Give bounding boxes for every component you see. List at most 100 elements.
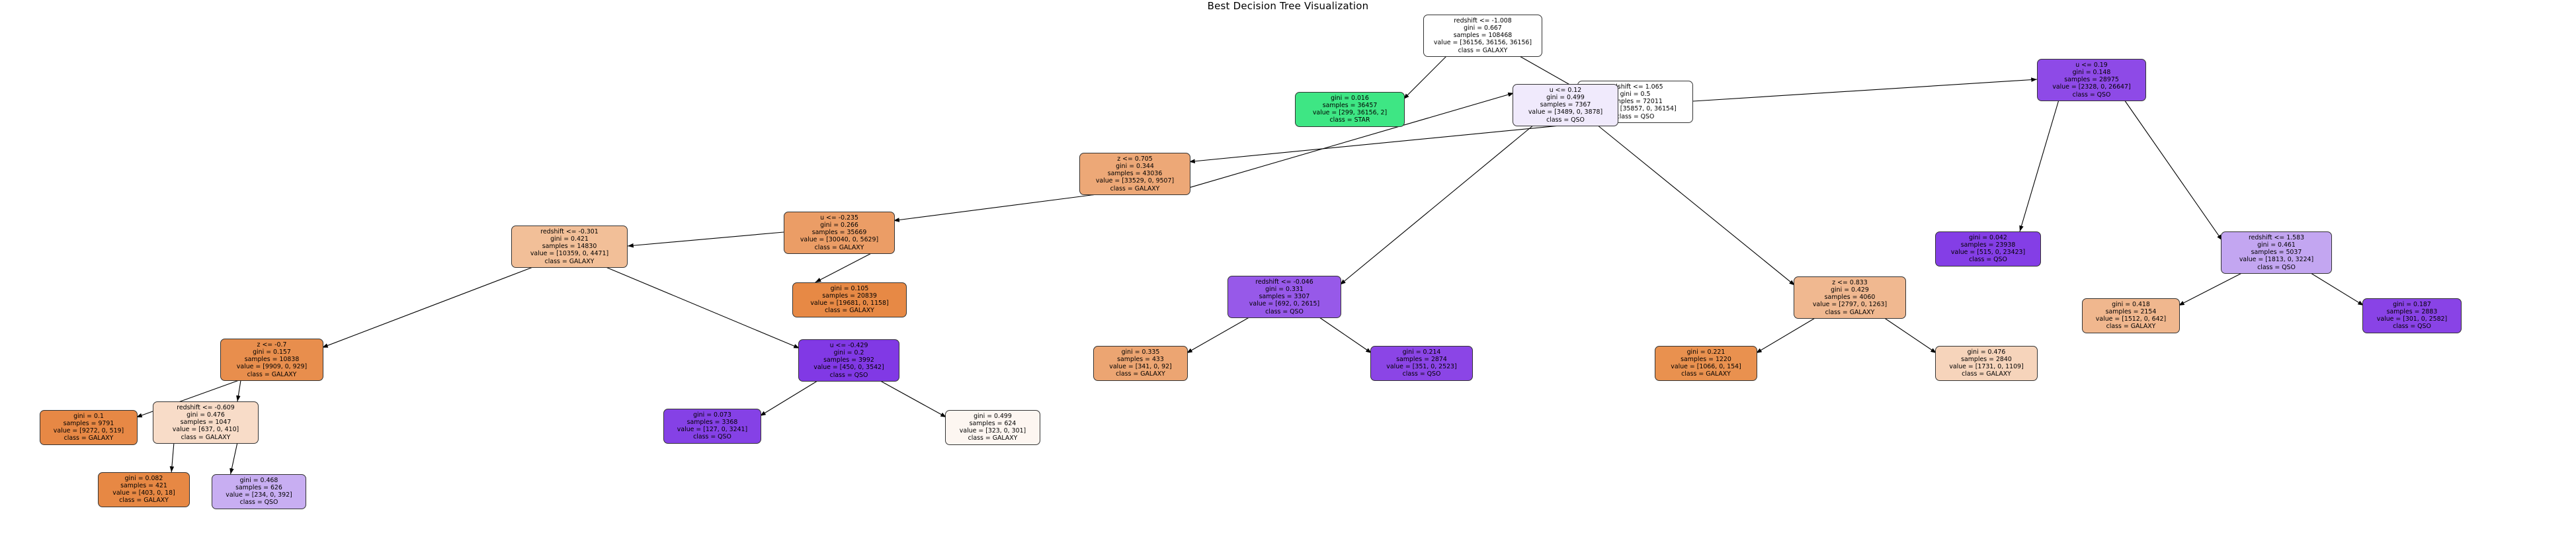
- node-samples: samples = 2874: [1396, 355, 1447, 363]
- node-condition: redshift <= -0.046: [1255, 278, 1313, 286]
- node-samples: samples = 36457: [1322, 101, 1378, 109]
- node-value: value = [10359, 0, 4471]: [530, 250, 609, 258]
- node-samples: samples = 10838: [244, 356, 300, 364]
- tree-node: redshift <= -0.609 gini = 0.476 samples = …: [153, 401, 259, 444]
- tree-node: gini = 0.221 samples = 1220 value = [1066,…: [1655, 346, 1757, 381]
- node-value: value = [1066, 0, 154]: [1671, 363, 1741, 371]
- node-class: class = QSO: [1546, 116, 1585, 124]
- node-value: value = [19681, 0, 1158]: [810, 300, 889, 308]
- node-class: class = GALAXY: [119, 497, 169, 505]
- tree-node: z <= 0.833 gini = 0.429 samples = 4060 valu…: [1794, 276, 1906, 319]
- node-samples: samples = 2840: [1961, 355, 2012, 363]
- node-gini: gini = 0.187: [2393, 300, 2431, 308]
- tree-edge: [604, 266, 800, 349]
- node-class: class = GALAXY: [181, 433, 231, 441]
- node-value: value = [2328, 0, 26647]: [2052, 83, 2131, 91]
- tree-edge: [1318, 316, 1372, 354]
- node-samples: samples = 23938: [1960, 241, 2016, 249]
- node-class: class = GALAXY: [1458, 46, 1508, 54]
- node-value: value = [234, 0, 392]: [226, 491, 292, 499]
- node-condition: z <= 0.705: [1117, 155, 1153, 163]
- tree-edge-layer: [136, 55, 2364, 475]
- node-gini: gini = 0.468: [239, 476, 278, 484]
- tree-node: z <= 0.705 gini = 0.344 samples = 43036 val…: [1079, 153, 1190, 195]
- node-class: class = GALAXY: [968, 434, 1018, 442]
- node-class: class = GALAXY: [814, 243, 864, 251]
- node-class: class = GALAXY: [1962, 370, 2011, 378]
- node-gini: gini = 0.461: [2257, 241, 2296, 249]
- tree-node: gini = 0.418 samples = 2154 value = [1512,…: [2082, 298, 2180, 333]
- tree-node: z <= -0.7 gini = 0.157 samples = 10838 valu…: [220, 339, 323, 381]
- node-value: value = [299, 36156, 2]: [1312, 109, 1388, 117]
- node-class: class = QSO: [1265, 308, 1304, 315]
- tree-edge: [759, 380, 819, 417]
- node-class: class = QSO: [829, 371, 868, 379]
- tree-edge: [2124, 99, 2223, 241]
- node-samples: samples = 626: [235, 483, 282, 491]
- node-samples: samples = 3307: [1259, 293, 1310, 301]
- tree-edge: [2178, 272, 2243, 306]
- node-gini: gini = 0.418: [2112, 300, 2150, 308]
- tree-edge: [236, 379, 241, 402]
- node-value: value = [637, 0, 410]: [172, 426, 239, 434]
- node-class: class = GALAXY: [544, 257, 595, 265]
- tree-edge: [1883, 317, 1937, 354]
- decision-tree-canvas: Best Decision Tree Visualization redshif…: [0, 0, 2576, 537]
- tree-node: u <= 0.19 gini = 0.148 samples = 28975 valu…: [2037, 59, 2146, 101]
- node-value: value = [403, 0, 18]: [112, 489, 175, 497]
- node-value: value = [30040, 0, 5629]: [800, 236, 879, 244]
- node-value: value = [692, 0, 2615]: [1249, 300, 1320, 308]
- tree-edge: [1755, 317, 1817, 354]
- tree-node: gini = 0.187 samples = 2883 value = [301, …: [2362, 298, 2462, 333]
- tree-node: redshift <= -0.301 gini = 0.421 samples = …: [511, 226, 628, 268]
- tree-node: redshift <= -0.046 gini = 0.331 samples = …: [1227, 276, 1341, 318]
- node-gini: gini = 0.499: [1546, 93, 1585, 101]
- node-class: class = GALAXY: [2106, 323, 2156, 331]
- node-value: value = [3489, 0, 3878]: [1528, 108, 1603, 116]
- node-gini: gini = 0.331: [1265, 285, 1304, 293]
- tree-edge: [2309, 272, 2364, 306]
- node-gini: gini = 0.042: [1969, 233, 2007, 241]
- node-class: class = GALAXY: [63, 434, 114, 442]
- node-condition: u <= -0.235: [820, 214, 858, 222]
- node-class: class = GALAXY: [1681, 370, 1731, 378]
- node-samples: samples = 433: [1117, 355, 1164, 363]
- tree-node: u <= 0.12 gini = 0.499 samples = 7367 value…: [1513, 84, 1618, 126]
- node-class: class = GALAXY: [1110, 185, 1160, 192]
- tree-edge: [1186, 316, 1251, 354]
- node-gini: gini = 0.421: [550, 235, 589, 243]
- node-value: value = [9909, 0, 929]: [236, 363, 308, 371]
- tree-node: gini = 0.105 samples = 20839 value = [1968…: [792, 282, 907, 317]
- node-class: class = GALAXY: [1825, 308, 1875, 316]
- node-class: class = QSO: [2072, 91, 2111, 99]
- node-samples: samples = 3368: [686, 418, 738, 426]
- node-gini: gini = 0.105: [830, 284, 869, 292]
- node-class: class = GALAXY: [247, 370, 297, 378]
- tree-edge: [1692, 77, 2038, 102]
- node-gini: gini = 0.499: [974, 412, 1012, 420]
- node-gini: gini = 0.073: [693, 411, 731, 419]
- node-value: value = [2797, 0, 1263]: [1812, 301, 1888, 309]
- node-condition: redshift <= -1.008: [1454, 17, 1512, 24]
- node-class: class = QSO: [693, 433, 731, 441]
- tree-edge: [1339, 124, 1534, 286]
- node-gini: gini = 0.344: [1116, 162, 1154, 170]
- node-class: class = QSO: [1969, 256, 2007, 264]
- node-value: value = [1731, 0, 1109]: [1949, 363, 2024, 371]
- tree-node: gini = 0.016 samples = 36457 value = [299,…: [1295, 92, 1405, 127]
- node-value: value = [301, 0, 2582]: [2376, 315, 2448, 323]
- tree-node: u <= -0.429 gini = 0.2 samples = 3992 value…: [798, 339, 899, 382]
- node-class: class = GALAXY: [1116, 370, 1165, 378]
- node-value: value = [1512, 0, 642]: [2095, 315, 2167, 323]
- tree-node: gini = 0.476 samples = 2840 value = [1731,…: [1935, 346, 2038, 381]
- node-class: class = QSO: [2257, 263, 2296, 271]
- node-samples: samples = 20839: [822, 292, 877, 300]
- node-condition: z <= 0.833: [1832, 278, 1868, 286]
- tree-edge: [169, 442, 175, 473]
- node-gini: gini = 0.476: [187, 411, 225, 419]
- tree-node: redshift <= -1.008 gini = 0.667 samples = …: [1423, 15, 1542, 57]
- node-samples: samples = 4060: [1824, 294, 1876, 302]
- node-condition: u <= 0.19: [2075, 61, 2108, 69]
- node-value: value = [351, 0, 2523]: [1386, 363, 1457, 371]
- tree-node: gini = 0.082 samples = 421 value = [403, 0…: [98, 472, 190, 507]
